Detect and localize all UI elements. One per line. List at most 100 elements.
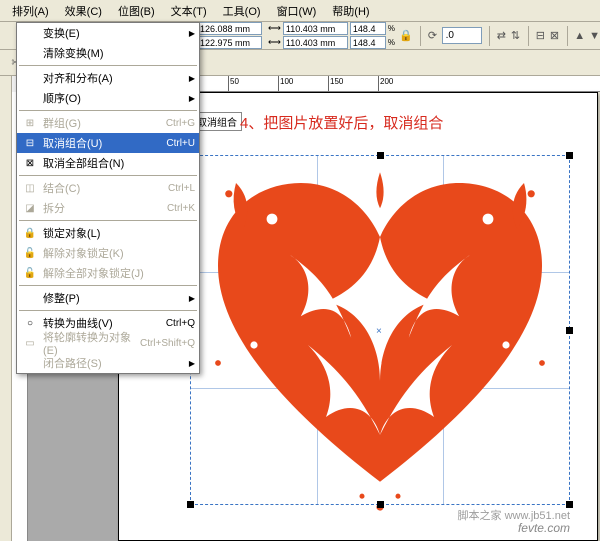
menu-item-label: 闭合路径(S): [43, 355, 189, 371]
lock-ratio-icon[interactable]: 🔒: [399, 28, 413, 44]
menu-item: 🔓解除全部对象锁定(J): [17, 263, 199, 283]
menu-separator: [19, 285, 197, 286]
menu-item-icon: ⊟: [21, 135, 39, 151]
ungroup-all-icon[interactable]: ⊠: [549, 28, 559, 44]
menu-item[interactable]: 清除变换(M): [17, 43, 199, 63]
separator: [489, 26, 490, 46]
menu-text[interactable]: 文本(T): [163, 0, 215, 22]
selection-box[interactable]: ×: [190, 155, 570, 505]
menu-bitmaps[interactable]: 位图(B): [110, 0, 163, 22]
to-front-icon[interactable]: ▲: [574, 28, 585, 44]
menu-item-icon: ◪: [21, 200, 39, 216]
menu-item-label: 对齐和分布(A): [43, 70, 189, 86]
menu-item[interactable]: ⊠取消全部组合(N): [17, 153, 199, 173]
handle-bottom-center[interactable]: [377, 501, 384, 508]
coords-group: x: ⟷ % y: ⟷ %: [188, 22, 395, 49]
menu-item-shortcut: Ctrl+L: [168, 183, 195, 194]
menu-item[interactable]: 顺序(O): [17, 88, 199, 108]
menu-separator: [19, 175, 197, 176]
menu-item-shortcut: Ctrl+Q: [166, 318, 195, 329]
menu-item-label: 变换(E): [43, 25, 189, 41]
handle-mid-right[interactable]: [566, 327, 573, 334]
y-input[interactable]: [197, 36, 262, 49]
menu-help[interactable]: 帮助(H): [324, 0, 377, 22]
menu-item-label: 顺序(O): [43, 90, 189, 106]
menu-item-label: 解除全部对象锁定(J): [43, 265, 195, 281]
menu-item-icon: ⊠: [21, 155, 39, 171]
menu-item-shortcut: Ctrl+U: [166, 138, 195, 149]
menu-item-label: 将轮廓转换为对象(E): [43, 329, 132, 357]
ruler-mark: 100: [280, 77, 293, 86]
menu-item[interactable]: 修整(P): [17, 288, 199, 308]
toolbox-left: [0, 76, 12, 541]
menu-item-label: 取消组合(U): [43, 135, 158, 151]
h-input[interactable]: [283, 36, 348, 49]
handle-bottom-left[interactable]: [187, 501, 194, 508]
menu-item-label: 锁定对象(L): [43, 225, 195, 241]
handle-top-right[interactable]: [566, 152, 573, 159]
ungroup-icon[interactable]: ⊟: [535, 28, 545, 44]
menu-item: ▭将轮廓转换为对象(E)Ctrl+Shift+Q: [17, 333, 199, 353]
menu-item: 🔓解除对象锁定(K): [17, 243, 199, 263]
menu-item-icon: [21, 355, 39, 371]
menu-item-icon: [21, 70, 39, 86]
ruler-mark: 200: [380, 77, 393, 86]
menu-item[interactable]: ⊟取消组合(U) Ctrl+U: [17, 133, 199, 153]
scale-x-input[interactable]: [350, 22, 386, 35]
w-input[interactable]: [283, 22, 348, 35]
menu-item-shortcut: Ctrl+G: [166, 118, 195, 129]
menu-item-icon: 🔒: [21, 225, 39, 241]
menu-separator: [19, 310, 197, 311]
menu-item-label: 解除对象锁定(K): [43, 245, 195, 261]
separator: [420, 26, 421, 46]
menu-item: 闭合路径(S): [17, 353, 199, 373]
menu-item: ◫结合(C) Ctrl+L: [17, 178, 199, 198]
heart-artwork[interactable]: [200, 165, 560, 525]
menu-item-icon: ▭: [21, 335, 39, 351]
scale-y-input[interactable]: [350, 36, 386, 49]
to-back-icon[interactable]: ▼: [589, 28, 600, 44]
menu-item-icon: ◫: [21, 180, 39, 196]
center-marker: ×: [376, 326, 384, 334]
menu-tools[interactable]: 工具(O): [215, 0, 269, 22]
menu-item-icon: [21, 90, 39, 106]
menu-separator: [19, 110, 197, 111]
menu-separator: [19, 220, 197, 221]
menu-window[interactable]: 窗口(W): [269, 0, 325, 22]
menu-item-label: 修整(P): [43, 290, 189, 306]
separator: [567, 26, 568, 46]
menu-separator: [19, 65, 197, 66]
menu-item[interactable]: 🔒锁定对象(L): [17, 223, 199, 243]
menubar: 排列(A) 效果(C) 位图(B) 文本(T) 工具(O) 窗口(W) 帮助(H…: [0, 0, 600, 22]
menu-item[interactable]: 对齐和分布(A): [17, 68, 199, 88]
watermark: fevte.com: [518, 521, 570, 535]
menu-item-shortcut: Ctrl+K: [167, 203, 195, 214]
mirror-v-icon[interactable]: ⇅: [510, 28, 520, 44]
menu-item-icon: 🔓: [21, 245, 39, 261]
handle-top-center[interactable]: [377, 152, 384, 159]
menu-item-icon: ⊞: [21, 115, 39, 131]
ruler-mark: 50: [230, 77, 239, 86]
menu-effects[interactable]: 效果(C): [57, 0, 110, 22]
menu-item-label: 拆分: [43, 200, 159, 216]
rotate-icon[interactable]: ⟳: [427, 28, 437, 44]
menu-item: ◪拆分 Ctrl+K: [17, 198, 199, 218]
separator: [528, 26, 529, 46]
menu-item-icon: 🔓: [21, 265, 39, 281]
menu-arrange[interactable]: 排列(A): [4, 0, 57, 22]
menu-item-icon: [21, 25, 39, 41]
mirror-h-icon[interactable]: ⇄: [496, 28, 506, 44]
menu-item-icon: ○: [21, 315, 39, 331]
menu-item-label: 群组(G): [43, 115, 158, 131]
menu-item-shortcut: Ctrl+Shift+Q: [140, 338, 195, 349]
menu-item-label: 结合(C): [43, 180, 160, 196]
x-input[interactable]: [197, 22, 262, 35]
arrange-menu-dropdown: 变换(E) 清除变换(M) 对齐和分布(A) 顺序(O)⊞群组(G) Ctrl+G ⊟取消…: [16, 22, 200, 374]
instruction-text: 4、把图片放置好后，取消组合: [240, 112, 443, 133]
menu-item: ⊞群组(G) Ctrl+G: [17, 113, 199, 133]
menu-item[interactable]: 变换(E): [17, 23, 199, 43]
menu-item-label: 清除变换(M): [43, 45, 195, 61]
ruler-mark: 150: [330, 77, 343, 86]
rotation-input[interactable]: [442, 27, 482, 44]
menu-item-icon: [21, 290, 39, 306]
